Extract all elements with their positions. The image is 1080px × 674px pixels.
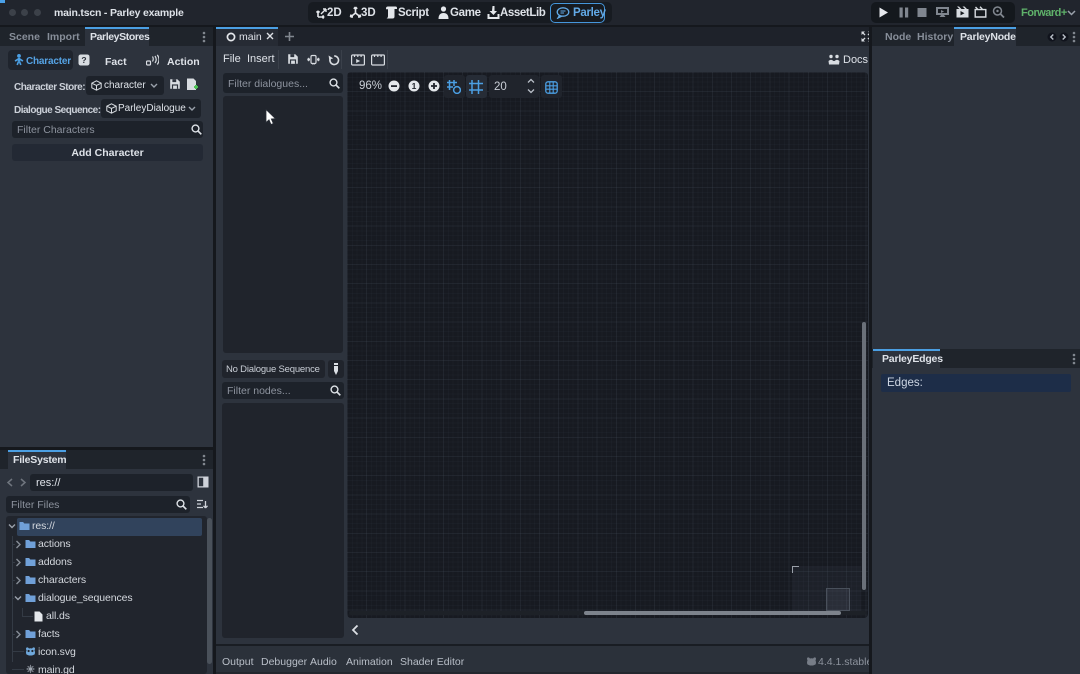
svg-text:?: ? [81, 55, 86, 65]
svg-text:1: 1 [412, 81, 417, 91]
